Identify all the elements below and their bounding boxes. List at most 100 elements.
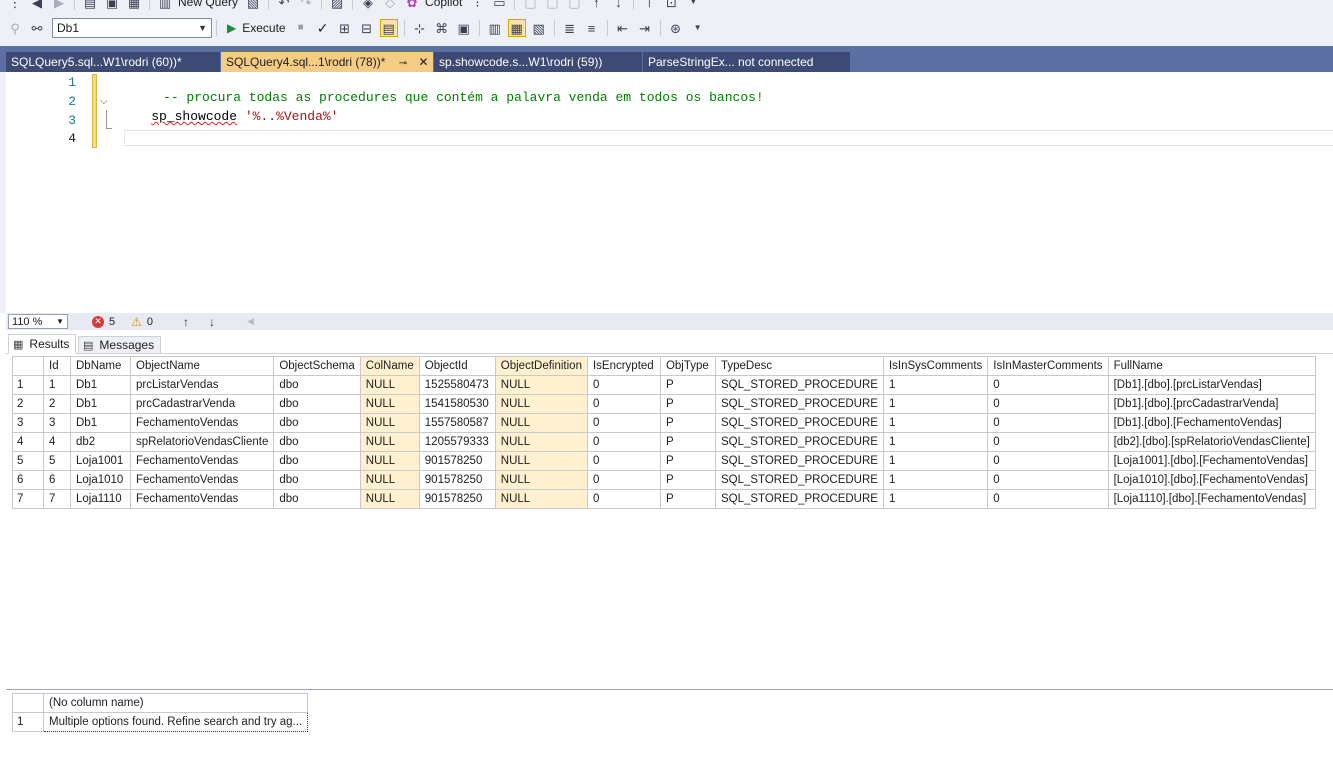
new-query-icon[interactable]: ▥ <box>156 0 174 11</box>
table-cell[interactable]: 901578250 <box>418 470 496 490</box>
table-cell[interactable]: 0 <box>586 413 661 433</box>
column-header[interactable]: IsInMasterComments <box>987 356 1109 376</box>
row-number[interactable]: 1 <box>12 375 44 395</box>
table-row[interactable]: 3 3 Db1 FechamentoVendas dbo NULL 1557580587 NU… <box>12 413 1316 433</box>
table-cell[interactable]: NULL <box>359 451 420 471</box>
table-cell[interactable]: NULL <box>494 451 588 471</box>
fold-chevron-icon[interactable]: ⌵ <box>100 96 108 107</box>
back-icon[interactable]: ◀ <box>28 0 46 11</box>
table-cell[interactable]: SQL_STORED_PROCEDURE <box>714 413 884 433</box>
row-number[interactable]: 1 <box>12 712 44 732</box>
execute-button[interactable]: Execute <box>242 21 285 35</box>
column-header[interactable]: ColName <box>359 356 420 376</box>
align-top-icon[interactable]: ⊤ <box>640 0 658 11</box>
object-explorer-icon[interactable]: ▨ <box>328 0 346 11</box>
table-cell[interactable]: [Loja1110].[dbo].[FechamentoVendas] <box>1107 489 1316 509</box>
table-cell[interactable]: 0 <box>987 375 1109 395</box>
arrow-up-icon[interactable]: ↑ <box>587 0 605 11</box>
previous-issue-icon[interactable]: ↑ <box>183 315 189 329</box>
row-number[interactable]: 4 <box>12 432 44 452</box>
arrow-down-icon[interactable]: ↓ <box>609 0 627 11</box>
query-options-icon[interactable]: ▧ <box>244 0 262 11</box>
table-cell[interactable]: 1525580473 <box>418 375 496 395</box>
table-cell[interactable]: 0 <box>586 489 661 509</box>
table-cell[interactable]: 1 <box>882 489 989 509</box>
window-icon[interactable]: ⊡ <box>662 0 680 11</box>
sql-editor[interactable]: 1 2 3 4 ⌵ -- procura todas as procedures… <box>0 72 1333 313</box>
table-cell[interactable]: SQL_STORED_PROCEDURE <box>714 489 884 509</box>
column-header[interactable]: Id <box>43 356 71 376</box>
row-number[interactable]: 7 <box>12 489 44 509</box>
row-number-header[interactable] <box>12 693 44 713</box>
execute-play-icon[interactable]: ▶ <box>227 21 236 35</box>
undo-icon[interactable]: ↶ <box>275 0 293 11</box>
table-cell[interactable]: 1 <box>882 394 989 414</box>
column-header[interactable]: (No column name) <box>42 693 309 713</box>
table-cell[interactable]: FechamentoVendas <box>129 470 275 490</box>
row-number[interactable]: 2 <box>12 394 44 414</box>
table-cell[interactable]: 1557580587 <box>418 413 496 433</box>
increase-indent-icon[interactable]: ⇥ <box>636 19 654 37</box>
table-cell[interactable]: dbo <box>273 432 361 452</box>
table-row[interactable]: 4 4 db2 spRelatorioVendasCliente dbo NULL 1205… <box>12 432 1316 452</box>
results-to-file-icon[interactable]: ▧ <box>530 19 548 37</box>
table-cell[interactable]: db2 <box>70 432 131 452</box>
column-header[interactable]: ObjectSchema <box>273 356 361 376</box>
zoom-select[interactable]: 110 % ▼ <box>8 314 68 329</box>
table-cell[interactable]: dbo <box>273 451 361 471</box>
save-all-icon[interactable]: ▦ <box>125 0 143 11</box>
table-cell[interactable]: dbo <box>273 394 361 414</box>
column-header[interactable]: IsInSysComments <box>882 356 989 376</box>
table-cell[interactable]: Db1 <box>70 375 131 395</box>
next-issue-icon[interactable]: ↓ <box>209 315 215 329</box>
table-cell[interactable]: 1205579333 <box>418 432 496 452</box>
table-cell[interactable]: Db1 <box>70 413 131 433</box>
table-cell[interactable]: 0 <box>987 470 1109 490</box>
comment-icon[interactable]: ▢ <box>521 0 539 11</box>
results-grid-icon[interactable]: ▦ <box>507 19 526 37</box>
save-icon[interactable]: ▣ <box>103 0 121 11</box>
report-icon[interactable]: ◇ <box>381 0 399 11</box>
table-cell[interactable]: FechamentoVendas <box>129 451 275 471</box>
table-cell[interactable]: dbo <box>273 413 361 433</box>
table-row[interactable]: 5 5 Loja1001 FechamentoVendas dbo NULL 9015782… <box>12 451 1316 471</box>
client-stats-icon[interactable]: ▣ <box>455 19 473 37</box>
table-cell[interactable]: prcCadastrarVenda <box>129 394 275 414</box>
table-cell[interactable]: Loja1010 <box>70 470 131 490</box>
table-cell[interactable]: 901578250 <box>418 451 496 471</box>
table-cell[interactable]: 5 <box>43 451 71 471</box>
table-cell[interactable]: NULL <box>494 394 588 414</box>
parse-check-icon[interactable]: ✓ <box>314 19 332 37</box>
pin-icon[interactable]: ⊸ <box>399 58 407 69</box>
results-grid-2[interactable]: (No column name) 1 Multiple options found… <box>6 689 1333 772</box>
comment-icon[interactable]: ▢ <box>565 0 583 11</box>
tab-messages[interactable]: ▤ Messages <box>78 336 162 354</box>
toolbar-icon[interactable]: ⋮ <box>6 0 24 11</box>
table-cell[interactable]: SQL_STORED_PROCEDURE <box>714 394 884 414</box>
table-row[interactable]: 1 Multiple options found. Refine search a… <box>12 712 309 732</box>
column-header[interactable]: ObjectDefinition <box>494 356 588 376</box>
table-row[interactable]: 7 7 Loja1110 FechamentoVendas dbo NULL 9015782… <box>12 489 1316 509</box>
column-header[interactable]: ObjectName <box>129 356 275 376</box>
tab-parsestringex[interactable]: ParseStringEx... not connected <box>643 52 850 72</box>
table-cell[interactable]: NULL <box>494 432 588 452</box>
decrease-indent-icon[interactable]: ⇤ <box>614 19 632 37</box>
redo-icon[interactable]: ↷ <box>297 0 315 11</box>
table-cell[interactable]: FechamentoVendas <box>129 413 275 433</box>
table-cell[interactable]: spRelatorioVendasCliente <box>129 432 275 452</box>
tab-sqlquery4[interactable]: SQLQuery4.sql...1\rodri (78))* ⊸ ✕ <box>221 52 433 72</box>
table-cell[interactable]: NULL <box>359 375 420 395</box>
table-cell[interactable]: 0 <box>987 432 1109 452</box>
table-cell[interactable]: dbo <box>273 489 361 509</box>
comment-icon[interactable]: ▢ <box>543 0 561 11</box>
table-cell[interactable]: 0 <box>586 432 661 452</box>
table-cell[interactable]: 1 <box>882 432 989 452</box>
table-cell[interactable]: NULL <box>494 489 588 509</box>
table-cell[interactable]: 2 <box>43 394 71 414</box>
table-cell[interactable]: 6 <box>43 470 71 490</box>
table-cell[interactable]: 1 <box>882 413 989 433</box>
table-cell[interactable]: 0 <box>586 470 661 490</box>
table-cell[interactable]: NULL <box>494 375 588 395</box>
table-cell[interactable]: 0 <box>987 451 1109 471</box>
open-file-icon[interactable]: ▤ <box>81 0 99 11</box>
